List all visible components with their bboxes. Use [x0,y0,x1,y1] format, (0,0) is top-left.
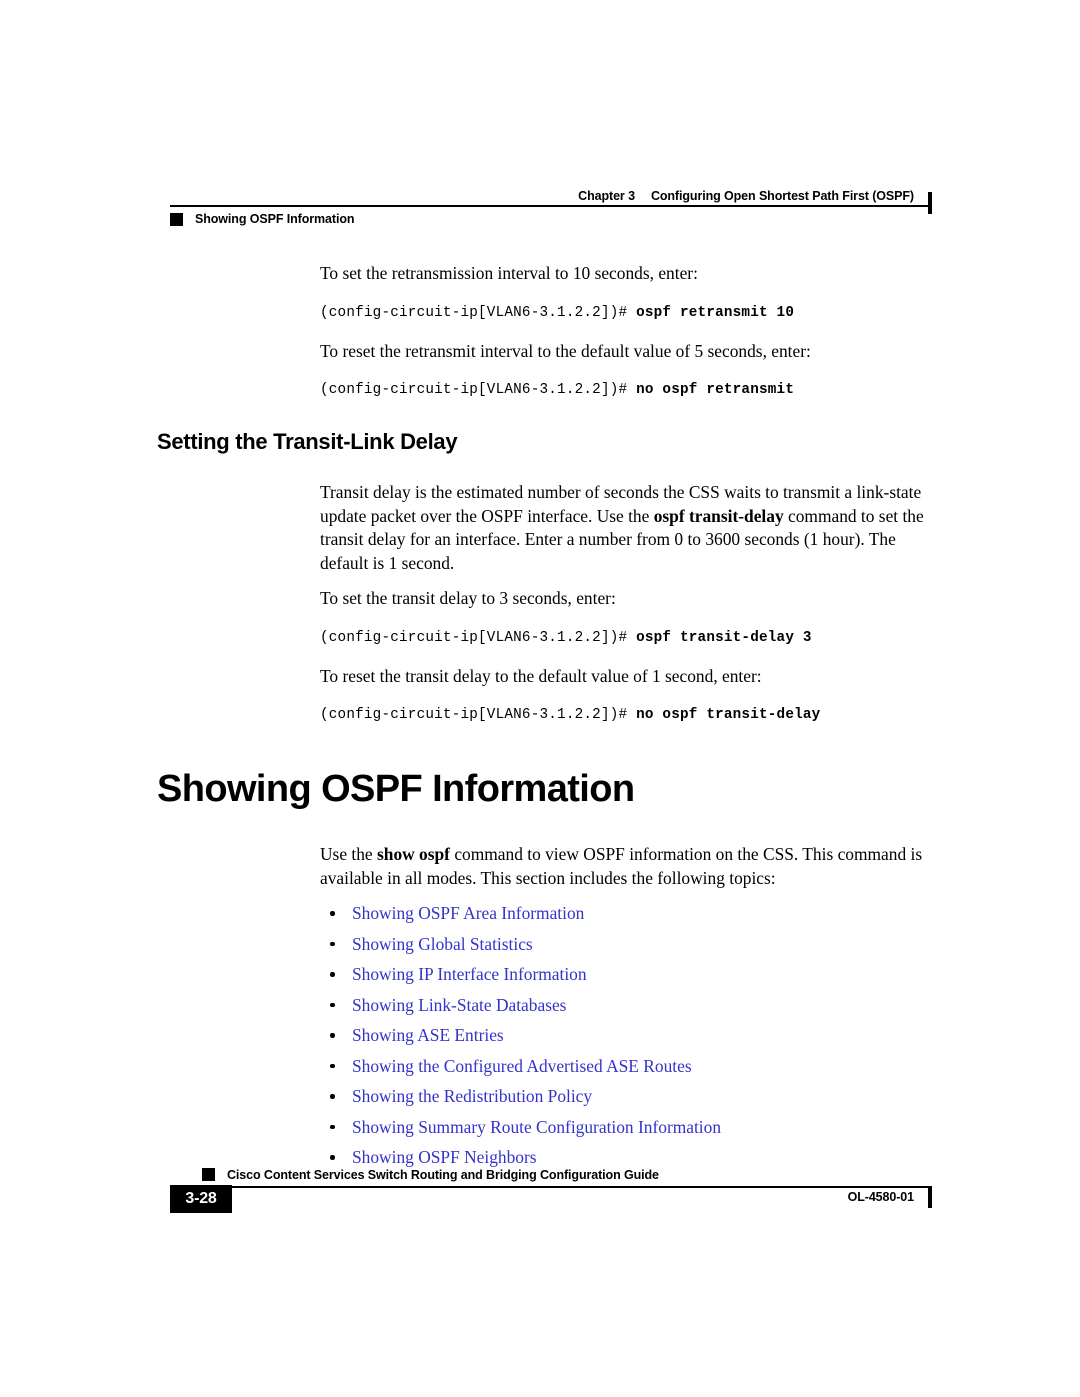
bullet-dot-icon [330,1063,335,1068]
transit-set-text: To set the transit delay to 3 seconds, e… [320,588,616,608]
topic-link[interactable]: Showing OSPF Area Information [352,903,584,923]
bullet-dot-icon [330,1094,335,1099]
transit-delay-block: Transit delay is the estimated number of… [320,481,940,724]
code-prompt: (config-circuit-ip[VLAN6-3.1.2.2])# [320,382,637,398]
topic-link[interactable]: Showing Link-State Databases [352,995,566,1015]
header-subtitle-row: Showing OSPF Information [170,209,355,229]
list-item: Showing Summary Route Configuration Info… [320,1116,940,1138]
topic-link[interactable]: Showing the Configured Advertised ASE Ro… [352,1056,692,1076]
code-prompt: (config-circuit-ip[VLAN6-3.1.2.2])# [320,304,637,321]
bullet-dot-icon [330,1033,335,1038]
page-number-badge: 3-28 [170,1185,232,1213]
retransmit-reset-code: (config-circuit-ip[VLAN6-3.1.2.2])# no o… [320,381,940,399]
page-footer: Cisco Content Services Switch Routing an… [170,1168,932,1220]
retransmit-set-code: (config-circuit-ip[VLAN6-3.1.2.2])# ospf… [320,304,940,322]
list-item: Showing Link-State Databases [320,994,940,1016]
topics-list: Showing OSPF Area Information Showing Gl… [320,902,940,1168]
topic-link[interactable]: Showing IP Interface Information [352,964,587,984]
showing-ospf-information-heading: Showing OSPF Information [157,768,635,810]
retransmit-reset-text: To reset the retransmit interval to the … [320,340,811,361]
retransmit-block: To set the retransmission interval to 10… [320,262,940,399]
retransmit-set-text: To set the retransmission interval to 10… [320,263,698,283]
bullet-dot-icon [330,1155,335,1160]
paragraph-part-1: Use the [320,844,377,864]
transit-set-code: (config-circuit-ip[VLAN6-3.1.2.2])# ospf… [320,629,940,647]
code-command: ospf transit-delay 3 [636,629,812,646]
topic-link[interactable]: Showing the Redistribution Policy [352,1086,592,1106]
header-rule-row: Chapter 3 Configuring Open Shortest Path … [170,184,932,214]
showing-ospf-paragraph: Use the show ospf command to view OSPF i… [320,843,940,890]
list-item: Showing OSPF Neighbors [320,1146,940,1168]
bullet-dot-icon [330,1124,335,1129]
code-command: no ospf retransmit [636,382,795,398]
topic-link[interactable]: Showing Global Statistics [352,934,533,954]
footer-end-bar [928,1186,932,1208]
header-horizontal-rule [170,205,932,207]
bullet-dot-icon [330,941,335,946]
topic-link[interactable]: Showing ASE Entries [352,1025,504,1045]
bullet-dot-icon [330,1002,335,1007]
code-command: ospf retransmit 10 [636,304,795,321]
transit-reset-code: (config-circuit-ip[VLAN6-3.1.2.2])# no o… [320,706,940,724]
transit-link-delay-heading: Setting the Transit-Link Delay [157,429,458,454]
inline-command-name: ospf transit-delay [653,505,784,526]
page-header: Chapter 3 Configuring Open Shortest Path … [170,184,932,230]
list-item: Showing OSPF Area Information [320,902,940,924]
header-chapter-number: Chapter 3 [578,189,635,203]
page-content: To set the retransmission interval to 10… [0,262,1080,1177]
code-prompt: (config-circuit-ip[VLAN6-3.1.2.2])# [320,629,637,646]
footer-guide-title: Cisco Content Services Switch Routing an… [227,1168,659,1182]
black-square-marker-icon [170,212,183,226]
header-chapter-title: Configuring Open Shortest Path First (OS… [650,189,914,203]
list-item: Showing Global Statistics [320,933,940,955]
bullet-dot-icon [330,972,335,977]
transit-reset-text: To reset the transit delay to the defaul… [320,665,762,686]
footer-horizontal-rule [202,1186,932,1188]
footer-document-id: OL-4580-01 [847,1190,915,1204]
list-item: Showing ASE Entries [320,1024,940,1046]
showing-ospf-block: Use the show ospf command to view OSPF i… [320,843,940,1168]
topic-link[interactable]: Showing OSPF Neighbors [352,1147,537,1167]
header-end-bar [928,192,932,214]
list-item: Showing IP Interface Information [320,963,940,985]
header-chapter-line: Chapter 3 Configuring Open Shortest Path … [578,189,914,203]
topic-link[interactable]: Showing Summary Route Configuration Info… [352,1117,721,1137]
code-prompt: (config-circuit-ip[VLAN6-3.1.2.2])# [320,707,637,723]
list-item: Showing the Redistribution Policy [320,1085,940,1107]
header-running-subtitle: Showing OSPF Information [195,212,355,226]
list-item: Showing the Configured Advertised ASE Ro… [320,1055,940,1077]
inline-command-name: show ospf [377,844,450,864]
code-command: no ospf transit-delay [636,707,821,723]
bullet-dot-icon [330,911,335,916]
transit-delay-paragraph: Transit delay is the estimated number of… [320,481,940,575]
document-page: Chapter 3 Configuring Open Shortest Path … [0,0,1080,1397]
black-square-marker-icon [202,1168,215,1181]
